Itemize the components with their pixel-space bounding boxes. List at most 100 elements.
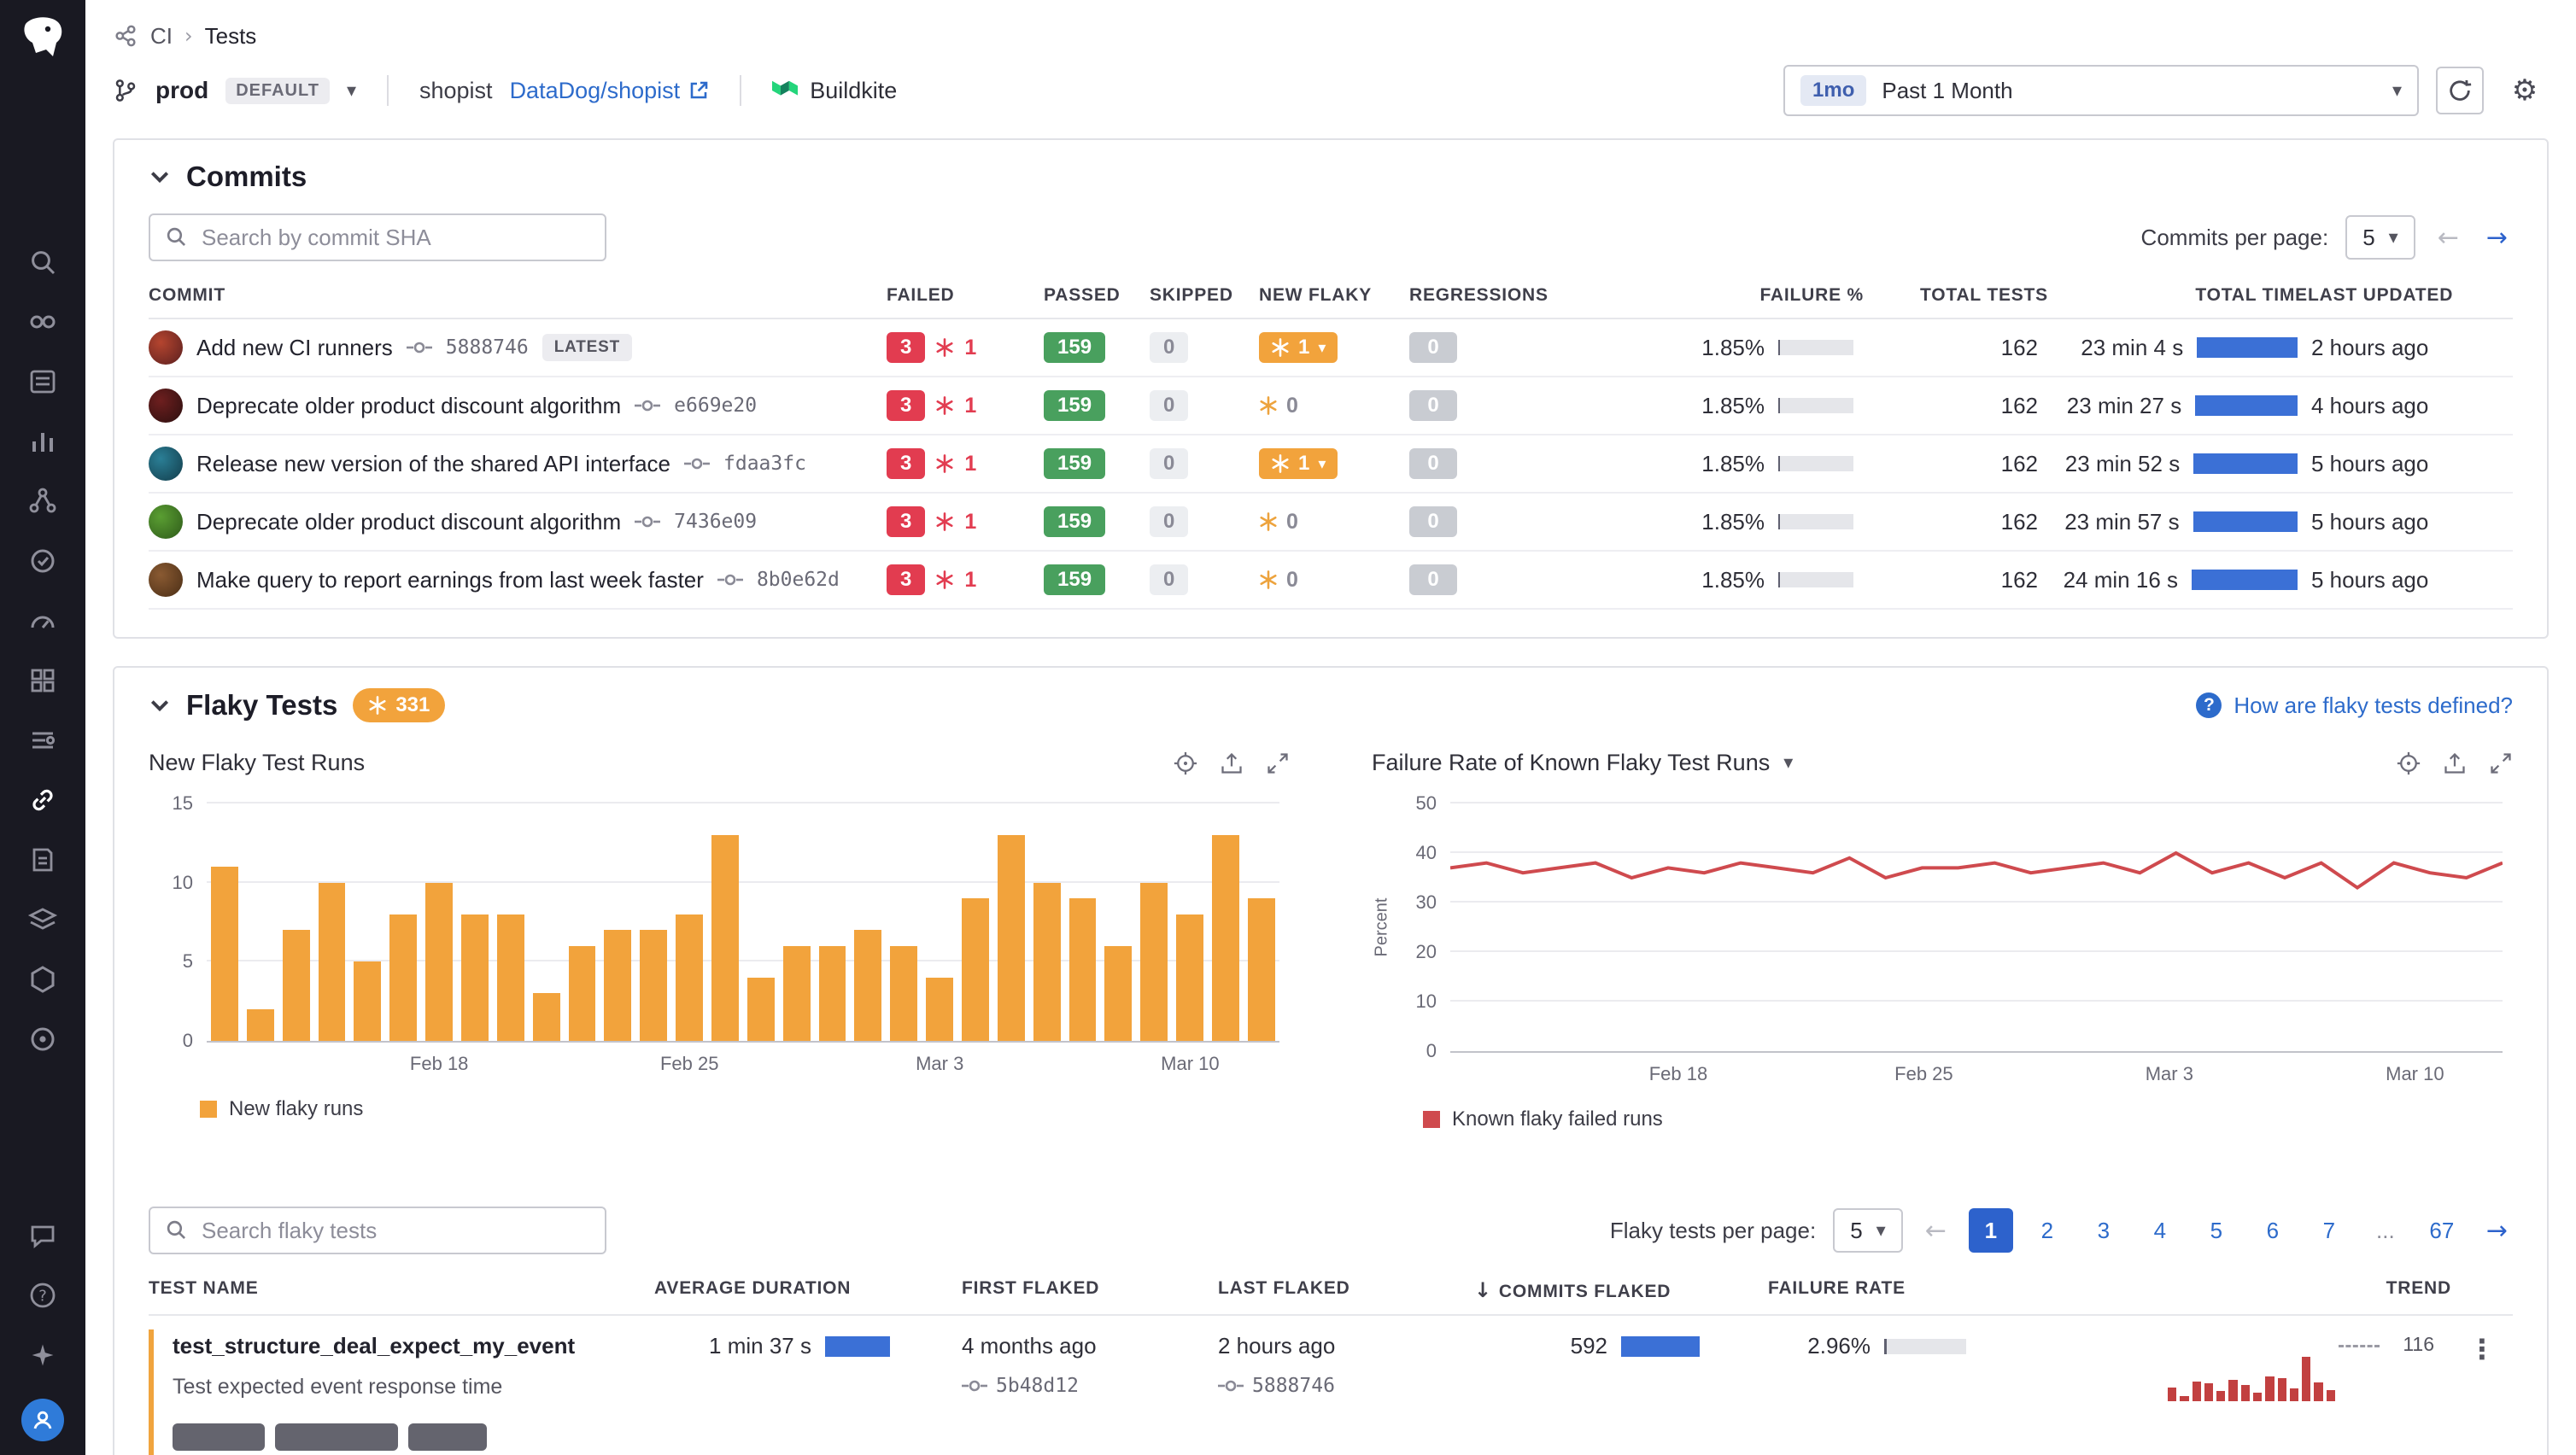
profiling-icon[interactable] bbox=[0, 1009, 85, 1069]
fullscreen-icon[interactable] bbox=[1266, 751, 1290, 775]
pagination-page-7[interactable]: 7 bbox=[2307, 1208, 2351, 1253]
pipelines-icon[interactable] bbox=[0, 710, 85, 770]
first-flaked-sha[interactable]: 5b48d12 bbox=[996, 1375, 1079, 1397]
column-header[interactable] bbox=[2451, 1278, 2513, 1302]
commit-sha[interactable]: 7436e09 bbox=[674, 511, 757, 533]
column-header[interactable]: TEST NAME bbox=[149, 1278, 654, 1302]
search-icon[interactable] bbox=[0, 232, 85, 292]
snowflake-icon bbox=[935, 396, 954, 415]
pagination-page-2[interactable]: 2 bbox=[2025, 1208, 2070, 1253]
column-header[interactable]: AVERAGE DURATION bbox=[654, 1278, 962, 1302]
commit-message[interactable]: Deprecate older product discount algorit… bbox=[196, 509, 621, 535]
synthetics-icon[interactable] bbox=[0, 531, 85, 591]
failure-percent-bar bbox=[1778, 514, 1853, 529]
chart-dropdown-caret-icon[interactable]: ▾ bbox=[1783, 752, 1793, 774]
metrics-icon[interactable] bbox=[0, 412, 85, 471]
export-icon[interactable] bbox=[2443, 751, 2467, 775]
pagination-page-1[interactable]: 1 bbox=[1969, 1208, 2013, 1253]
column-header[interactable]: LAST UPDATED bbox=[2308, 285, 2513, 306]
column-header[interactable]: COMMIT bbox=[149, 285, 887, 306]
docs-icon[interactable] bbox=[0, 830, 85, 890]
focus-icon[interactable] bbox=[2397, 751, 2421, 775]
commit-message[interactable]: Release new version of the shared API in… bbox=[196, 451, 670, 477]
new-flaky-badge[interactable]: 1▾ bbox=[1259, 448, 1338, 479]
flaky-help-link[interactable]: ? How are flaky tests defined? bbox=[2196, 692, 2513, 719]
commit-icon bbox=[635, 514, 660, 529]
column-header[interactable]: FAILURE % bbox=[1662, 285, 1864, 306]
last-flaked-sha[interactable]: 5888746 bbox=[1252, 1375, 1335, 1397]
flaky-prev-page-arrow[interactable]: ← bbox=[1920, 1216, 1952, 1246]
time-range-picker[interactable]: 1mo Past 1 Month ▾ bbox=[1783, 65, 2419, 116]
commit-sha[interactable]: 8b0e62d bbox=[757, 569, 840, 591]
pagination-page-5[interactable]: 5 bbox=[2194, 1208, 2239, 1253]
failed-count-badge[interactable]: 3 bbox=[887, 564, 925, 595]
passed-count-badge[interactable]: 159 bbox=[1044, 390, 1105, 421]
logs-icon[interactable] bbox=[0, 352, 85, 412]
pagination-page-3[interactable]: 3 bbox=[2081, 1208, 2126, 1253]
integrations-icon[interactable] bbox=[0, 651, 85, 710]
new-flaky-badge[interactable]: 1▾ bbox=[1259, 332, 1338, 363]
monitors-icon[interactable] bbox=[0, 591, 85, 651]
export-icon[interactable] bbox=[1220, 751, 1244, 775]
collapse-chevron-icon[interactable] bbox=[149, 694, 171, 716]
user-avatar[interactable] bbox=[21, 1399, 64, 1441]
focus-icon[interactable] bbox=[1174, 751, 1197, 775]
commit-sha[interactable]: 5888746 bbox=[446, 336, 529, 359]
pagination-page-4[interactable]: 4 bbox=[2138, 1208, 2182, 1253]
pagination-page-6[interactable]: 6 bbox=[2251, 1208, 2295, 1253]
branch-name[interactable]: prod bbox=[155, 77, 208, 104]
commit-search-input[interactable] bbox=[149, 213, 606, 261]
pagination-page-67[interactable]: 67 bbox=[2420, 1208, 2464, 1253]
legend-swatch bbox=[200, 1101, 217, 1118]
column-header[interactable]: SKIPPED bbox=[1150, 285, 1259, 306]
failed-count-badge[interactable]: 3 bbox=[887, 390, 925, 421]
settings-button[interactable]: ⚙ bbox=[2501, 67, 2549, 114]
column-header[interactable]: FAILURE RATE bbox=[1768, 1278, 2118, 1302]
passed-count-badge[interactable]: 159 bbox=[1044, 564, 1105, 595]
ci-visibility-icon[interactable] bbox=[0, 770, 85, 830]
security-icon[interactable] bbox=[0, 950, 85, 1009]
commit-sha[interactable]: fdaa3fc bbox=[723, 453, 806, 475]
collapse-chevron-icon[interactable] bbox=[149, 166, 171, 188]
column-header[interactable]: TOTAL TIME bbox=[2048, 285, 2308, 306]
column-header[interactable]: NEW FLAKY bbox=[1259, 285, 1409, 306]
test-name[interactable]: test_structure_deal_expect_my_event bbox=[173, 1333, 575, 1359]
flaky-per-page-select[interactable]: 5▾ bbox=[1833, 1208, 1903, 1253]
notebooks-icon[interactable] bbox=[0, 890, 85, 950]
failed-count-badge[interactable]: 3 bbox=[887, 448, 925, 479]
kebab-menu-icon[interactable]: ⋮ bbox=[2458, 1333, 2506, 1365]
repo-link[interactable]: DataDog/shopist bbox=[510, 78, 710, 104]
column-header[interactable]: TREND bbox=[2118, 1278, 2451, 1302]
passed-count-badge[interactable]: 159 bbox=[1044, 332, 1105, 363]
commits-next-page-arrow[interactable]: → bbox=[2481, 223, 2513, 253]
flaky-next-page-arrow[interactable]: → bbox=[2481, 1216, 2513, 1246]
help-icon[interactable]: ? bbox=[0, 1265, 85, 1325]
column-header[interactable]: FAILED bbox=[887, 285, 1044, 306]
commit-message[interactable]: Add new CI runners bbox=[196, 335, 393, 361]
hosts-icon[interactable] bbox=[0, 292, 85, 352]
chat-icon[interactable] bbox=[0, 1206, 85, 1265]
column-header[interactable]: TOTAL TESTS bbox=[1864, 285, 2048, 306]
apm-icon[interactable] bbox=[0, 471, 85, 531]
column-header[interactable]: PASSED bbox=[1044, 285, 1150, 306]
column-header[interactable]: LAST FLAKED bbox=[1218, 1278, 1474, 1302]
failed-count-badge[interactable]: 3 bbox=[887, 506, 925, 537]
commits-prev-page-arrow[interactable]: ← bbox=[2433, 223, 2464, 253]
column-header[interactable]: FIRST FLAKED bbox=[962, 1278, 1218, 1302]
passed-count-badge[interactable]: 159 bbox=[1044, 448, 1105, 479]
fullscreen-icon[interactable] bbox=[2489, 751, 2513, 775]
refresh-button[interactable] bbox=[2436, 67, 2484, 114]
commit-message[interactable]: Deprecate older product discount algorit… bbox=[196, 393, 621, 419]
commit-sha[interactable]: e669e20 bbox=[674, 394, 757, 417]
column-header[interactable]: ↓COMMITS FLAKED bbox=[1474, 1278, 1768, 1302]
datadog-logo[interactable] bbox=[17, 0, 68, 75]
commits-per-page-select[interactable]: 5▾ bbox=[2345, 215, 2415, 260]
whats-new-icon[interactable] bbox=[0, 1325, 85, 1385]
failed-count-badge[interactable]: 3 bbox=[887, 332, 925, 363]
column-header[interactable]: REGRESSIONS bbox=[1409, 285, 1662, 306]
commit-message[interactable]: Make query to report earnings from last … bbox=[196, 567, 704, 593]
breadcrumb-section[interactable]: CI bbox=[150, 23, 173, 50]
flaky-search-input[interactable] bbox=[149, 1207, 606, 1254]
branch-caret-icon[interactable]: ▾ bbox=[347, 80, 356, 102]
passed-count-badge[interactable]: 159 bbox=[1044, 506, 1105, 537]
